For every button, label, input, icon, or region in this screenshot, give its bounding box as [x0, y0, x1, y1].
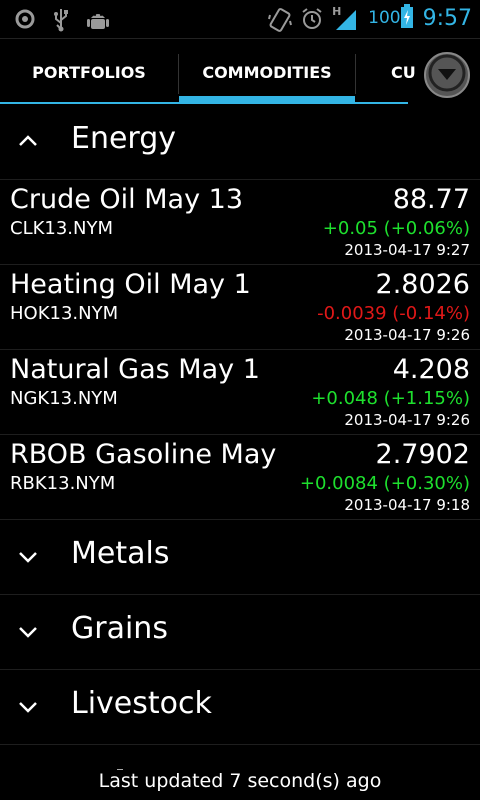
- tab-portfolios[interactable]: PORTFOLIOS: [0, 40, 178, 104]
- group-title: Grains: [71, 611, 168, 646]
- signal-icon: H: [332, 5, 358, 31]
- group-header-energy[interactable]: Energy: [0, 105, 480, 180]
- dropdown-circle-icon: [427, 53, 467, 97]
- group-header-livestock[interactable]: Livestock: [0, 670, 480, 745]
- commodity-symbol: HOK13.NYM: [10, 303, 119, 324]
- system-icons: H 100 9:57: [268, 4, 472, 32]
- chevron-up-icon: [16, 129, 40, 153]
- battery-icon: [400, 4, 413, 32]
- commodity-name: Heating Oil May 1: [10, 269, 251, 300]
- circle-icon: [14, 8, 36, 30]
- tab-bar: PORTFOLIOS COMMODITIES CU: [0, 40, 480, 104]
- quote-timestamp: 2013-04-17 9:18: [344, 496, 470, 514]
- vibrate-icon: [268, 7, 293, 32]
- group-header-metals[interactable]: Metals: [0, 520, 480, 595]
- group-header-grains[interactable]: Grains: [0, 595, 480, 670]
- chevron-down-icon: [16, 694, 40, 718]
- status-bar: H 100 9:57: [0, 0, 480, 39]
- chevron-down-icon: [16, 619, 40, 643]
- quote-row[interactable]: RBOB Gasoline May RBK13.NYM 2.7902 +0.00…: [0, 435, 480, 520]
- commodity-name: Crude Oil May 13: [10, 184, 243, 215]
- commodity-symbol: NGK13.NYM: [10, 388, 118, 409]
- last-updated-text: Last updated 7 second(s) ago: [98, 770, 382, 792]
- tab-overflow-button[interactable]: [424, 52, 470, 98]
- quote-timestamp: 2013-04-17 9:27: [344, 241, 470, 259]
- group-title: Energy: [71, 121, 177, 156]
- quote-row[interactable]: Crude Oil May 13 CLK13.NYM 88.77 +0.05 (…: [0, 180, 480, 265]
- group-title: Metals: [71, 536, 170, 571]
- tab-commodities[interactable]: COMMODITIES: [179, 40, 355, 104]
- commodity-name: Natural Gas May 1: [10, 354, 260, 385]
- group-title: Livestock: [71, 686, 212, 721]
- price-change: -0.0039 (-0.14%): [317, 303, 470, 324]
- commodity-price: 88.77: [392, 184, 470, 215]
- commodity-price: 2.7902: [375, 439, 470, 470]
- commodity-price: 4.208: [392, 354, 470, 385]
- alarm-icon: [300, 7, 322, 29]
- tab-active-indicator: [179, 96, 355, 104]
- quote-timestamp: 2013-04-17 9:26: [344, 326, 470, 344]
- battery-percent: 100: [368, 8, 401, 28]
- android-debug-icon: [86, 8, 109, 30]
- price-change: +0.0084 (+0.30%): [299, 473, 470, 494]
- commodity-price: 2.8026: [375, 269, 470, 300]
- usb-icon: [50, 8, 72, 32]
- quote-timestamp: 2013-04-17 9:26: [344, 411, 470, 429]
- chevron-down-icon: [16, 544, 40, 568]
- quote-row[interactable]: Heating Oil May 1 HOK13.NYM 2.8026 -0.00…: [0, 265, 480, 350]
- clock: 9:57: [422, 5, 472, 31]
- commodity-symbol: CLK13.NYM: [10, 218, 114, 239]
- commodity-name: RBOB Gasoline May: [10, 439, 277, 470]
- commodity-list: Energy Crude Oil May 13 CLK13.NYM 88.77 …: [0, 105, 480, 745]
- commodity-symbol: RBK13.NYM: [10, 473, 116, 494]
- quote-row[interactable]: Natural Gas May 1 NGK13.NYM 4.208 +0.048…: [0, 350, 480, 435]
- price-change: +0.048 (+1.15%): [311, 388, 470, 409]
- price-change: +0.05 (+0.06%): [322, 218, 470, 239]
- notification-icons: [14, 8, 109, 32]
